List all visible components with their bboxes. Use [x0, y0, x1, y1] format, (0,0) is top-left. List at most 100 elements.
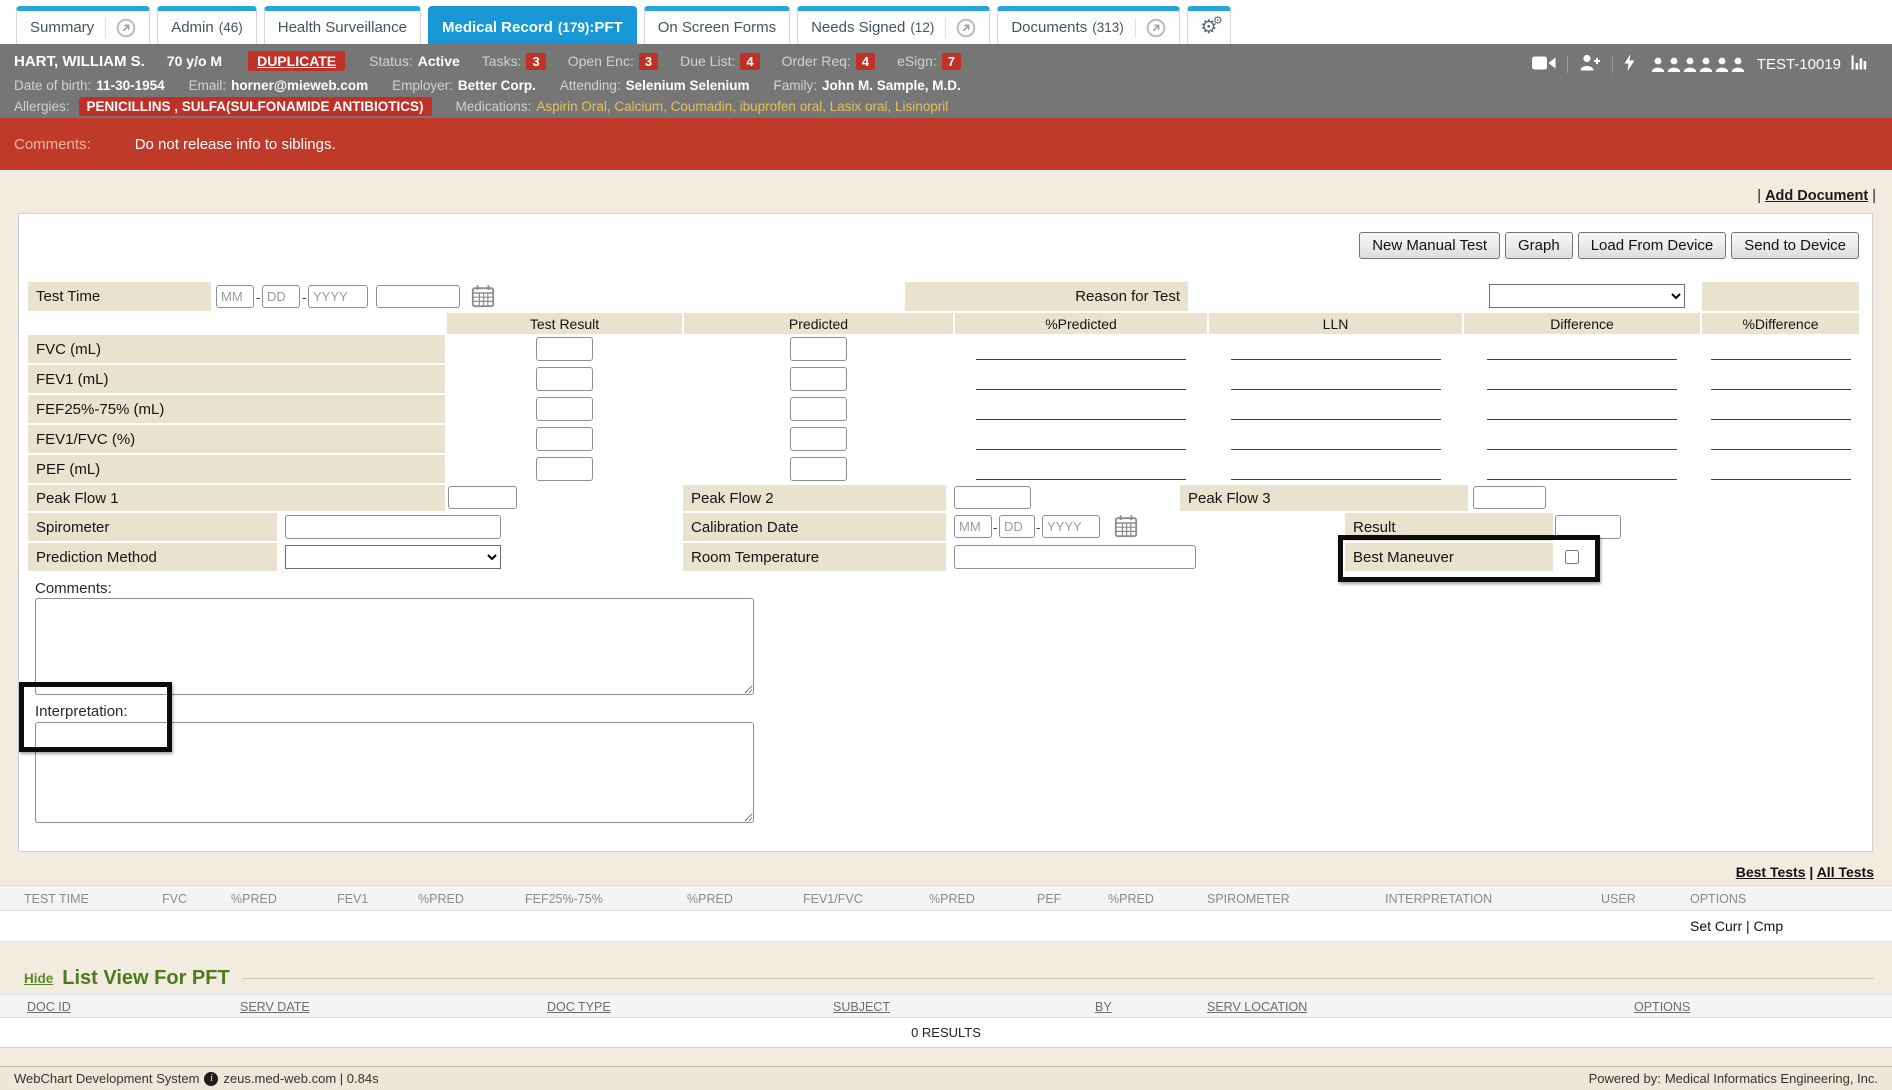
fvc-predicted-input[interactable]: [790, 337, 847, 361]
send-to-device-button[interactable]: Send to Device: [1731, 232, 1859, 259]
calibration-year-input[interactable]: [1042, 515, 1100, 538]
graph-button[interactable]: Graph: [1505, 232, 1573, 259]
patient-header: HART, WILLIAM S. 70 y/o M DUPLICATE Stat…: [0, 44, 1892, 118]
list-header-subject[interactable]: SUBJECT: [833, 1000, 890, 1014]
tab-needs-signed-count: (12): [910, 20, 934, 35]
test-time-day-input[interactable]: [262, 285, 300, 308]
col-header-pct-predicted: %Predicted: [955, 313, 1207, 334]
test-time-year-input[interactable]: [308, 285, 368, 308]
room-temperature-input[interactable]: [954, 545, 1196, 569]
tab-settings[interactable]: ⚙ ⚙: [1187, 6, 1231, 44]
open-enc-count-badge[interactable]: 3: [639, 53, 658, 70]
fef25-75-predicted-input[interactable]: [790, 397, 847, 421]
footer-app-name: WebChart Development System: [14, 1071, 199, 1086]
add-person-icon[interactable]: [1579, 54, 1601, 74]
video-camera-icon[interactable]: [1532, 55, 1556, 74]
all-tests-link[interactable]: All Tests: [1817, 864, 1874, 880]
footer-powered-by: Medical Informatics Engineering, Inc.: [1665, 1071, 1878, 1086]
date-separator: -: [1036, 520, 1040, 535]
pef-difference-line: [1487, 479, 1677, 480]
list-header-serv-date[interactable]: SERV DATE: [240, 1000, 310, 1014]
open-chart-icon[interactable]: [105, 18, 136, 38]
comments-textarea[interactable]: [35, 598, 754, 695]
duplicate-flag[interactable]: DUPLICATE: [248, 51, 345, 71]
calibration-calendar-icon[interactable]: [1113, 514, 1139, 540]
title-rule: [242, 978, 1874, 979]
hide-list-view-link[interactable]: Hide: [24, 971, 53, 986]
list-view-header: DOC ID SERV DATE DOC TYPE SUBJECT BY SER…: [0, 994, 1892, 1018]
peak-flow-1-input[interactable]: [448, 486, 517, 509]
list-header-doc-id[interactable]: DOC ID: [27, 1000, 71, 1014]
test-time-calendar-icon[interactable]: [470, 284, 496, 310]
cmp-link[interactable]: Cmp: [1754, 918, 1784, 934]
tab-admin[interactable]: Admin (46): [157, 6, 257, 44]
test-time-time-input[interactable]: [376, 285, 460, 308]
tasks-count-badge[interactable]: 3: [526, 53, 545, 70]
info-icon[interactable]: i: [204, 1072, 218, 1086]
list-header-by[interactable]: BY: [1095, 1000, 1112, 1014]
open-documents-icon[interactable]: [1135, 18, 1166, 38]
tab-documents-label: Documents: [1011, 19, 1087, 36]
bar-chart-icon[interactable]: [1851, 55, 1868, 73]
list-header-options[interactable]: OPTIONS: [1634, 1000, 1690, 1014]
lightning-icon[interactable]: [1624, 54, 1635, 74]
comments-banner: Comments: Do not release info to sibling…: [0, 118, 1892, 170]
tab-needs-signed[interactable]: Needs Signed (12): [797, 6, 990, 44]
open-needs-signed-icon[interactable]: [945, 18, 976, 38]
best-tests-link[interactable]: Best Tests: [1736, 864, 1806, 880]
tab-medical-record-suffix: :PFT: [589, 19, 622, 36]
fvc-pct-difference-line: [1711, 359, 1851, 360]
peak-flow-3-input[interactable]: [1473, 486, 1546, 509]
add-document-link[interactable]: Add Document: [1765, 188, 1868, 204]
peak-flow-2-input[interactable]: [954, 486, 1031, 509]
prediction-method-select[interactable]: [285, 545, 501, 569]
fev1-test-result-input[interactable]: [536, 367, 593, 391]
new-manual-test-button[interactable]: New Manual Test: [1359, 232, 1500, 259]
fef25-75-difference-line: [1487, 419, 1677, 420]
tab-medical-record[interactable]: Medical Record (179) :PFT: [428, 6, 637, 44]
list-header-serv-location[interactable]: SERV LOCATION: [1207, 1000, 1307, 1014]
fef25-75-test-result-input[interactable]: [536, 397, 593, 421]
status-label: Status:: [369, 53, 413, 69]
spirometer-input[interactable]: [285, 515, 501, 539]
tab-health-surveillance[interactable]: Health Surveillance: [264, 6, 421, 44]
results-header-pct-pred-1: %PRED: [231, 892, 277, 906]
order-req-label: Order Req:: [782, 53, 851, 69]
esign-count-badge[interactable]: 7: [942, 53, 961, 70]
row-label-fev1: FEV1 (mL): [28, 365, 445, 393]
load-from-device-button[interactable]: Load From Device: [1578, 232, 1727, 259]
fvc-test-result-input[interactable]: [536, 337, 593, 361]
tab-documents[interactable]: Documents (313): [997, 6, 1179, 44]
fev1-predicted-input[interactable]: [790, 367, 847, 391]
list-view-title-row: Hide List View For PFT: [24, 964, 1874, 992]
due-list-count-badge[interactable]: 4: [740, 53, 759, 70]
fev1-fvc-predicted-input[interactable]: [790, 427, 847, 451]
reason-for-test-select[interactable]: [1489, 284, 1685, 308]
footer-host-time: zeus.med-web.com | 0.84s: [223, 1071, 378, 1086]
calibration-month-input[interactable]: [954, 515, 992, 538]
pipe: |: [1872, 188, 1876, 204]
col-header-lln: LLN: [1209, 313, 1462, 334]
medications-value[interactable]: Aspirin Oral, Calcium, Coumadin, ibuprof…: [536, 99, 948, 114]
pef-predicted-input[interactable]: [790, 457, 847, 481]
pef-test-result-input[interactable]: [536, 457, 593, 481]
fef25-75-pct-difference-line: [1711, 419, 1851, 420]
order-req-count-badge[interactable]: 4: [856, 53, 875, 70]
results-header-options: OPTIONS: [1690, 892, 1746, 906]
list-view-empty-row: 0 RESULTS: [0, 1018, 1892, 1048]
fev1-lln-line: [1231, 389, 1441, 390]
fev1-fvc-test-result-input[interactable]: [536, 427, 593, 451]
test-time-month-input[interactable]: [216, 285, 254, 308]
list-header-doc-type[interactable]: DOC TYPE: [547, 1000, 611, 1014]
fef25-75-lln-line: [1231, 419, 1441, 420]
result-input[interactable]: [1555, 515, 1621, 539]
allergies-value[interactable]: PENICILLINS , SULFA(SULFONAMIDE ANTIBIOT…: [79, 97, 432, 116]
interpretation-textarea[interactable]: [35, 722, 754, 823]
tab-on-screen-forms[interactable]: On Screen Forms: [644, 6, 790, 44]
patient-name: HART, WILLIAM S.: [14, 53, 145, 70]
tab-summary[interactable]: Summary: [16, 6, 150, 44]
col-header-difference: Difference: [1464, 313, 1700, 334]
calibration-day-input[interactable]: [999, 515, 1035, 538]
best-maneuver-checkbox[interactable]: [1565, 550, 1579, 564]
set-curr-link[interactable]: Set Curr: [1690, 918, 1742, 934]
